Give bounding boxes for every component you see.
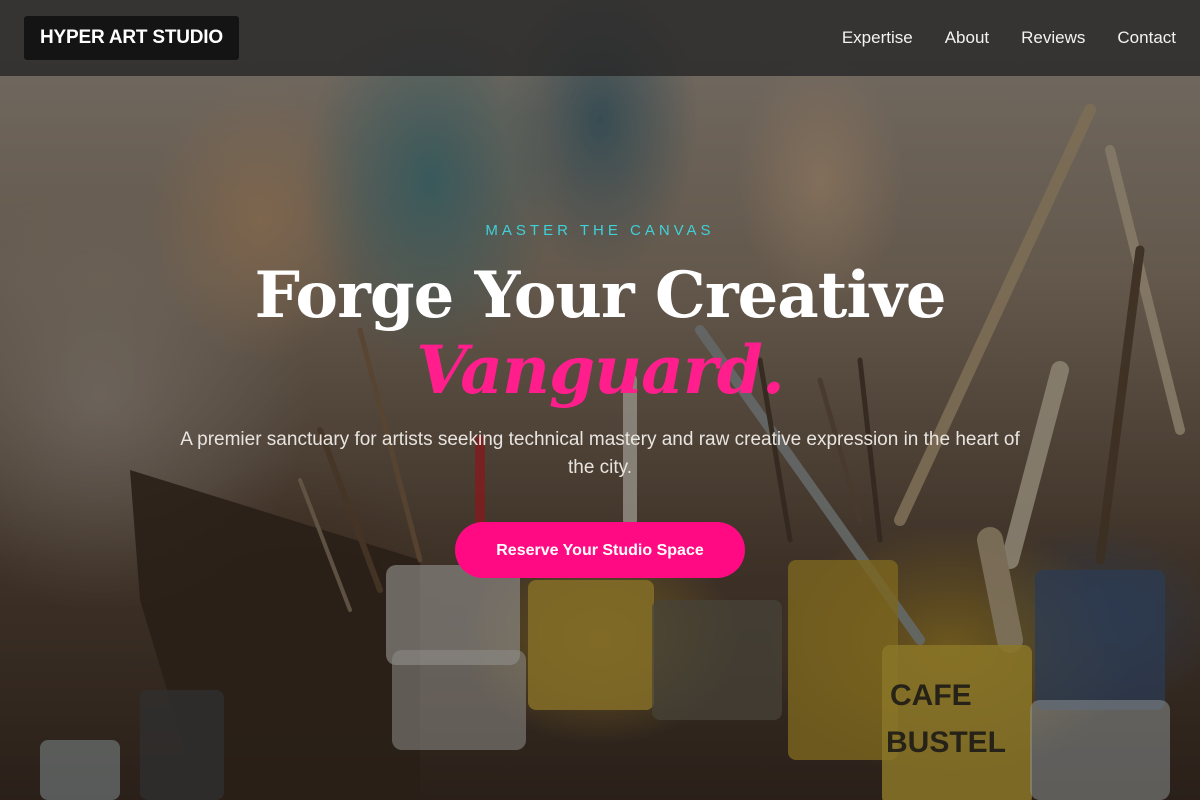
landing-page: CAFE BUSTEL HYPER ART STUDIO Expertise A… bbox=[0, 0, 1200, 800]
site-header: HYPER ART STUDIO Expertise About Reviews… bbox=[0, 0, 1200, 76]
main-nav: Expertise About Reviews Contact bbox=[842, 28, 1176, 48]
hero-subtitle: A premier sanctuary for artists seeking … bbox=[180, 429, 1020, 478]
nav-link-reviews[interactable]: Reviews bbox=[1021, 28, 1085, 48]
studio-logo[interactable]: HYPER ART STUDIO bbox=[24, 16, 239, 60]
hero-eyebrow: MASTER THE CANVAS bbox=[485, 222, 715, 239]
reserve-studio-button[interactable]: Reserve Your Studio Space bbox=[455, 522, 745, 578]
nav-link-about[interactable]: About bbox=[945, 28, 989, 48]
nav-link-contact[interactable]: Contact bbox=[1117, 28, 1176, 48]
hero-section: MASTER THE CANVAS Forge Your Creative Va… bbox=[0, 0, 1200, 800]
hero-headline-highlight: Vanguard. bbox=[416, 331, 785, 409]
nav-link-expertise[interactable]: Expertise bbox=[842, 28, 913, 48]
hero-headline-line1: Forge Your Creative bbox=[254, 258, 946, 333]
